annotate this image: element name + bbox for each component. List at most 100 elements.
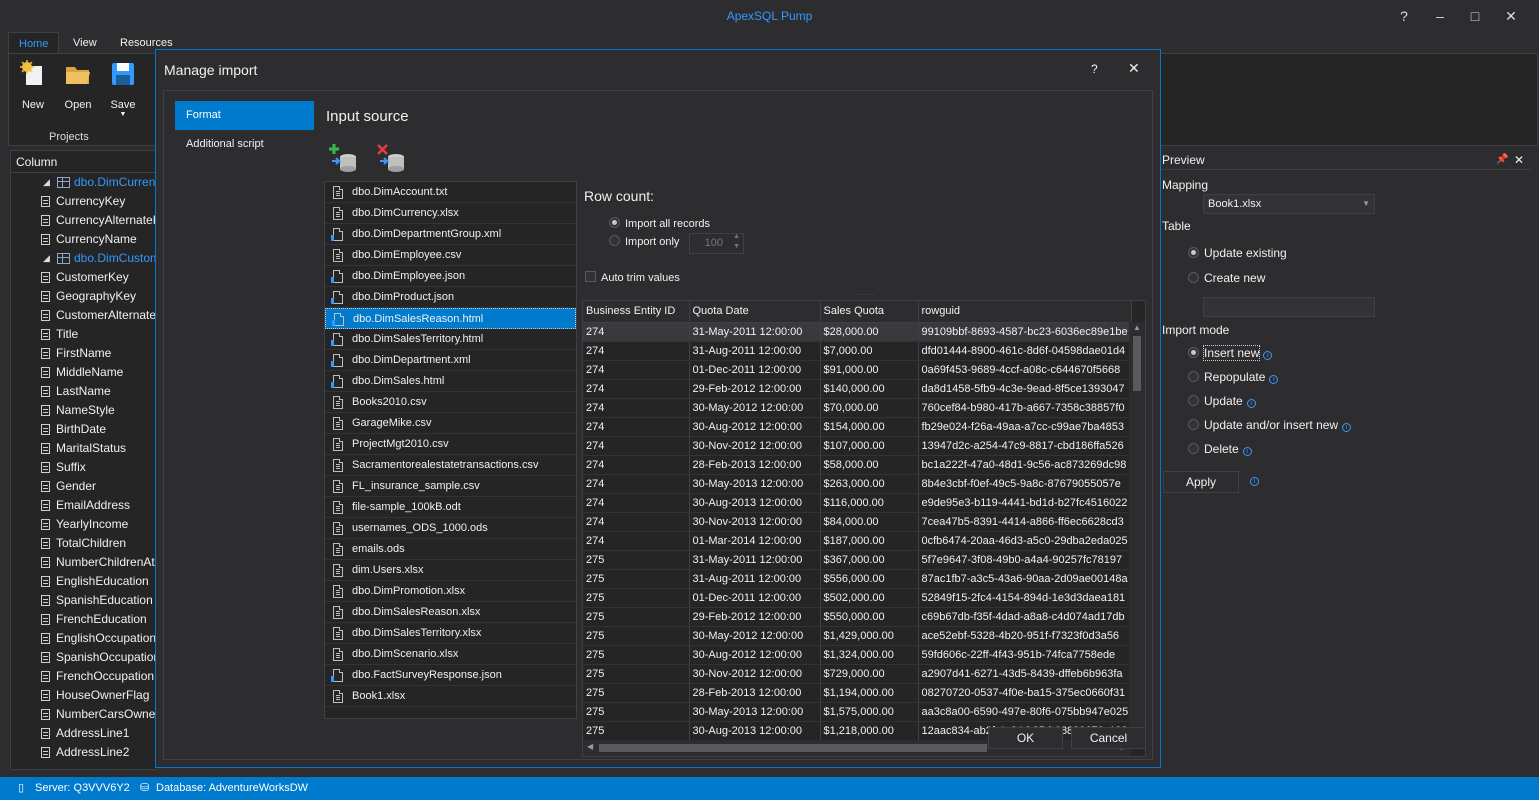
auto-trim-checkbox[interactable]: Auto trim values [585, 271, 680, 284]
file-list-item[interactable]: file-sample_100kB.odt [325, 497, 576, 518]
file-list-item[interactable]: Sacramentorealestatetransactions.csv [325, 455, 576, 476]
column-header[interactable]: Sales Quota [820, 301, 919, 323]
file-list-item[interactable]: dbo.DimEmployee.json [325, 266, 576, 287]
info-icon[interactable]: i [1342, 423, 1352, 432]
radio-import-mode[interactable]: Delete i [1188, 442, 1252, 456]
tree-column-row[interactable]: NameStyle [11, 401, 157, 420]
file-list-item[interactable]: dbo.DimProduct.json [325, 287, 576, 308]
ok-button[interactable]: OK [988, 727, 1063, 749]
new-button[interactable]: New [13, 60, 53, 111]
table-row[interactable]: 275 31-May-2011 12:00:00 $367,000.00 5f7e96… [583, 550, 1132, 570]
maximize-button[interactable]: □ [1461, 5, 1489, 27]
table-row[interactable]: 274 28-Feb-2013 12:00:00 $58,000.00 bc1a222… [583, 455, 1132, 475]
scroll-left-icon[interactable]: ◀ [587, 742, 593, 751]
table-row[interactable]: 274 30-Aug-2012 12:00:00 $154,000.00 fb29e0… [583, 417, 1132, 437]
info-icon[interactable]: i [1269, 375, 1279, 384]
file-list-item[interactable]: dbo.DimDepartment.xml [325, 350, 576, 371]
vertical-scrollbar[interactable]: ▲ ▼ [1129, 322, 1145, 741]
tree-column-row[interactable]: AddressLine2 [11, 743, 157, 762]
import-only-stepper[interactable]: 100 ▲ ▼ [689, 233, 744, 254]
tree-column-row[interactable]: Gender [11, 477, 157, 496]
file-list-item[interactable]: dbo.DimAccount.txt [325, 182, 576, 203]
tree-column-row[interactable]: AddressLine1 [11, 724, 157, 743]
tree-column-row[interactable]: Suffix [11, 458, 157, 477]
tree-column-row[interactable]: GeographyKey [11, 287, 157, 306]
info-icon[interactable]: i [1246, 399, 1256, 408]
scroll-thumb[interactable] [1133, 336, 1141, 391]
file-list-item[interactable]: dim.Users.xlsx [325, 560, 576, 581]
file-list-item[interactable]: dbo.DimSalesReason.xlsx [325, 602, 576, 623]
table-row[interactable]: 274 30-Nov-2012 12:00:00 $107,000.00 13947d… [583, 436, 1132, 456]
tree-column-row[interactable]: CustomerKey [11, 268, 157, 287]
file-list-item[interactable]: usernames_ODS_1000.ods [325, 518, 576, 539]
tree-column-row[interactable]: EmailAddress [11, 496, 157, 515]
column-header[interactable]: Business Entity ID [583, 301, 690, 323]
splitter-grip-icon[interactable]: ····· [856, 289, 876, 299]
table-row[interactable]: 275 28-Feb-2013 12:00:00 $1,194,000.00 0827… [583, 683, 1132, 703]
file-list-item[interactable]: Books2010.csv [325, 392, 576, 413]
file-list-item[interactable]: dbo.DimSalesReason.html [325, 308, 576, 329]
file-list-item[interactable]: dbo.DimEmployee.csv [325, 245, 576, 266]
tree-column-row[interactable]: FrenchEducation [11, 610, 157, 629]
table-row[interactable]: 275 01-Dec-2011 12:00:00 $502,000.00 52849f… [583, 588, 1132, 608]
table-row[interactable]: 274 30-May-2013 12:00:00 $263,000.00 8b4e3c… [583, 474, 1132, 494]
radio-import-mode[interactable]: Update and/or insert new i [1188, 418, 1352, 432]
table-row[interactable]: 274 30-May-2012 12:00:00 $70,000.00 760cef8… [583, 398, 1132, 418]
column-header[interactable]: Quota Date [689, 301, 821, 323]
close-button[interactable]: ✕ [1497, 5, 1525, 27]
table-row[interactable]: 275 30-May-2013 12:00:00 $1,575,000.00 aa3c… [583, 702, 1132, 722]
tree-column-row[interactable]: HouseOwnerFlag [11, 686, 157, 705]
tree-column-row[interactable]: EnglishEducation [11, 572, 157, 591]
tree-column-row[interactable]: FirstName [11, 344, 157, 363]
dialog-close-button[interactable]: ✕ [1128, 60, 1140, 77]
tree-column-row[interactable]: BirthDate [11, 420, 157, 439]
info-icon[interactable]: i [1263, 351, 1273, 360]
collapse-icon[interactable]: ◢ [43, 173, 50, 192]
tree-column-row[interactable]: Title [11, 325, 157, 344]
radio-import-only[interactable]: Import only [609, 235, 679, 248]
radio-import-all[interactable]: Import all records [609, 217, 710, 230]
file-list-item[interactable]: dbo.FactSurveyResponse.json [325, 665, 576, 686]
nav-additional-script[interactable]: Additional script [175, 130, 314, 159]
info-icon[interactable]: i [1242, 447, 1252, 456]
tree-group-row[interactable]: ◢ dbo.DimCustomer [11, 249, 157, 268]
file-list-item[interactable]: Book1.xlsx [325, 686, 576, 707]
file-list-item[interactable]: dbo.DimPromotion.xlsx [325, 581, 576, 602]
tree-column-row[interactable]: MiddleName [11, 363, 157, 382]
dialog-help-button[interactable]: ? [1091, 62, 1098, 76]
tree-column-row[interactable]: SpanishOccupation [11, 648, 157, 667]
table-row[interactable]: 275 30-Nov-2012 12:00:00 $729,000.00 a2907d… [583, 664, 1132, 684]
scroll-up-icon[interactable]: ▲ [1133, 323, 1141, 332]
tree-group-row[interactable]: ◢ dbo.DimCurrency [11, 173, 157, 192]
tree-column-row[interactable]: CurrencyName [11, 230, 157, 249]
tree-column-row[interactable]: CustomerAlternateKey [11, 306, 157, 325]
close-icon[interactable]: ✕ [1514, 150, 1524, 170]
tree-column-row[interactable]: EnglishOccupation [11, 629, 157, 648]
file-list-item[interactable]: dbo.DimCurrency.xlsx [325, 203, 576, 224]
tree-column-row[interactable]: SpanishEducation [11, 591, 157, 610]
radio-import-mode[interactable]: Insert new i [1188, 345, 1273, 361]
tree-column-row[interactable]: CurrencyAlternateKey [11, 211, 157, 230]
mapping-select[interactable]: Book1.xlsx ▼ [1203, 194, 1375, 214]
cancel-button[interactable]: Cancel [1071, 727, 1146, 749]
open-button[interactable]: Open [58, 60, 98, 111]
new-table-input[interactable] [1203, 297, 1375, 317]
file-list-item[interactable]: dbo.DimSalesTerritory.html [325, 329, 576, 350]
tree-column-row[interactable]: NumberChildrenAtHome [11, 553, 157, 572]
file-list-item[interactable]: dbo.DimSales.html [325, 371, 576, 392]
tree-column-row[interactable]: YearlyIncome [11, 515, 157, 534]
column-header[interactable]: rowguid [918, 301, 1132, 323]
file-list-item[interactable]: dbo.DimScenario.xlsx [325, 644, 576, 665]
table-row[interactable]: 274 31-Aug-2011 12:00:00 $7,000.00 dfd01444… [583, 341, 1132, 361]
chevron-down-icon[interactable]: ▼ [103, 111, 143, 118]
table-row[interactable]: 275 30-Aug-2012 12:00:00 $1,324,000.00 59fd… [583, 645, 1132, 665]
help-button[interactable]: ? [1390, 5, 1418, 27]
collapse-icon[interactable]: ◢ [43, 249, 50, 268]
table-row[interactable]: 274 01-Mar-2014 12:00:00 $187,000.00 0cfb64… [583, 531, 1132, 551]
file-list-item[interactable]: ProjectMgt2010.csv [325, 434, 576, 455]
tree-column-row[interactable]: TotalChildren [11, 534, 157, 553]
pin-icon[interactable]: 📌 [1496, 150, 1508, 170]
table-row[interactable]: 275 31-Aug-2011 12:00:00 $556,000.00 87ac1f… [583, 569, 1132, 589]
minimize-button[interactable]: – [1426, 5, 1454, 27]
tab-home[interactable]: Home [8, 32, 60, 54]
